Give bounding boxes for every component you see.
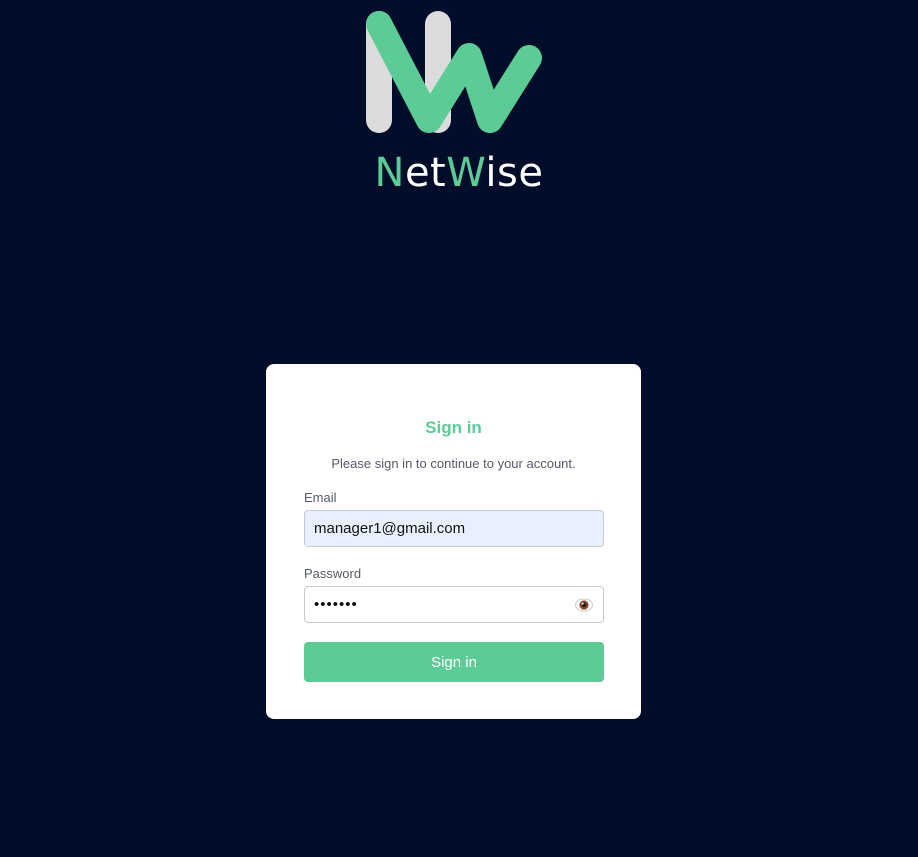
brand-name-part: et — [404, 150, 447, 196]
brand-name: NetWise — [0, 150, 918, 196]
email-label: Email — [304, 490, 337, 505]
password-label: Password — [304, 566, 362, 581]
password-value: ••••••• — [314, 596, 358, 613]
sign-in-card: Sign in Please sign in to continue to yo… — [266, 364, 641, 719]
brand-name-part: W — [446, 150, 486, 196]
email-value: manager1@gmail.com — [314, 520, 466, 537]
eye-icon[interactable] — [575, 597, 593, 613]
email-field[interactable]: manager1@gmail.com — [304, 510, 604, 547]
netwise-logo-icon — [366, 11, 542, 133]
password-field[interactable]: ••••••• — [304, 586, 604, 623]
sign-in-button[interactable]: Sign in — [304, 642, 604, 682]
sign-in-title: Sign in — [425, 418, 482, 437]
login-page: NetWise Sign in Please sign in to contin… — [0, 0, 918, 857]
sign-in-subtitle: Please sign in to continue to your accou… — [331, 456, 576, 471]
brand-name-part: N — [374, 150, 405, 196]
brand-name-part: ise — [485, 150, 544, 196]
